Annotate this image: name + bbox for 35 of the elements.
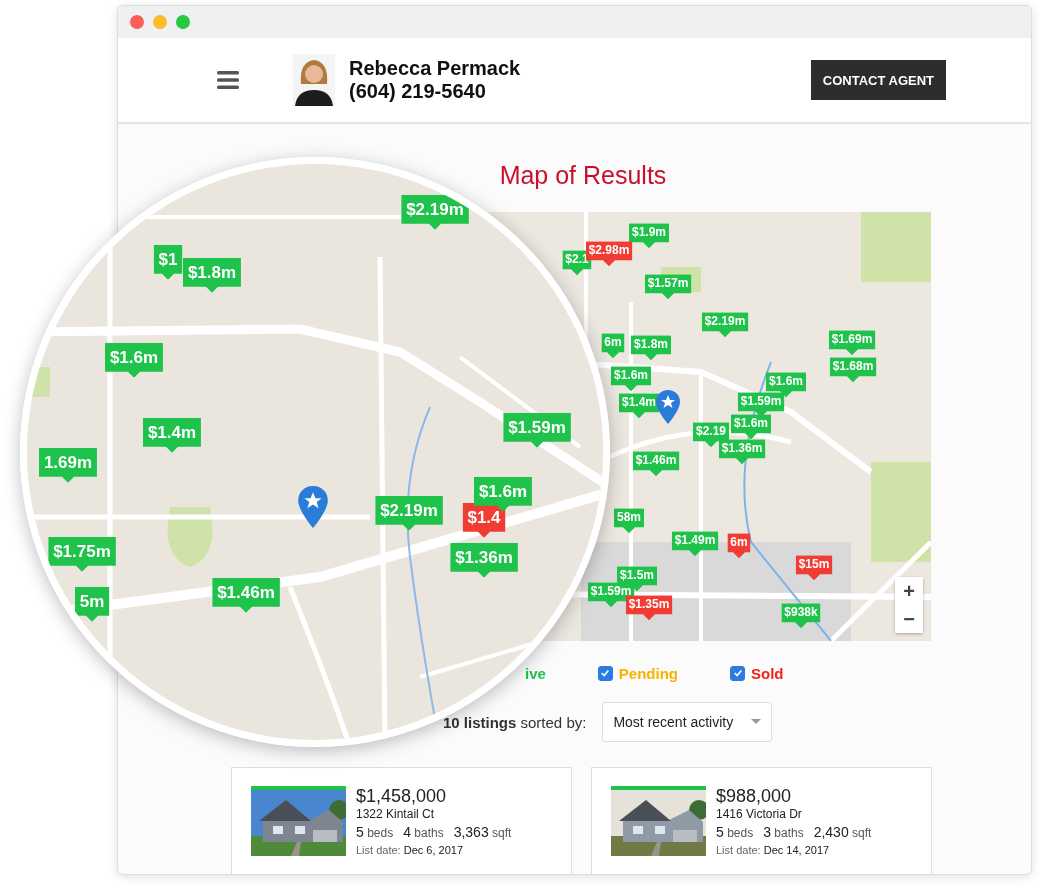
location-pin-icon bbox=[298, 486, 328, 528]
listing-price: $1,458,000 bbox=[356, 786, 448, 806]
filter-checkbox[interactable] bbox=[730, 665, 746, 681]
zoom-in-button[interactable]: + bbox=[895, 577, 923, 605]
close-window-button[interactable] bbox=[130, 15, 144, 29]
filter-label: Sold bbox=[751, 664, 784, 682]
baths-count: 4 baths bbox=[403, 823, 444, 842]
listing-card[interactable]: $1,458,000 1322 Kintail Ct 5 beds 4 baths 3,363 sqft List date: Dec 6, 2017 bbox=[231, 767, 572, 874]
baths-count: 3 baths bbox=[763, 823, 804, 842]
area-size: 3,363 sqft bbox=[453, 823, 512, 842]
agent-avatar bbox=[293, 54, 335, 106]
list-date: List date: Dec 14, 2017 bbox=[716, 843, 831, 858]
listing-address: 1416 Victoria Dr bbox=[716, 806, 803, 823]
zoom-out-button[interactable]: − bbox=[895, 605, 923, 633]
area-size: 2,430 sqft bbox=[813, 823, 872, 842]
agent-phone: (604) 219-5640 bbox=[349, 80, 487, 103]
listing-address: 1322 Kintail Ct bbox=[356, 806, 436, 823]
listing-card[interactable]: $988,000 1416 Victoria Dr 5 beds 3 baths 2,430 sqft List date: Dec 14, 2017 bbox=[591, 767, 932, 874]
list-date: List date: Dec 6, 2017 bbox=[356, 843, 465, 858]
contact-agent-button[interactable]: CONTACT AGENT bbox=[810, 60, 946, 100]
page-title: Map of Results bbox=[499, 161, 667, 189]
beds-count: 5 beds bbox=[716, 823, 754, 842]
checkmark-icon bbox=[600, 668, 611, 678]
sort-dropdown[interactable]: Most recent activity bbox=[602, 702, 773, 742]
filter-checkbox[interactable] bbox=[597, 665, 613, 681]
location-pin-icon bbox=[656, 390, 680, 424]
caret-icon bbox=[751, 719, 762, 725]
beds-count: 5 beds bbox=[356, 823, 394, 842]
filter-label: ive bbox=[525, 664, 546, 682]
listings-summary: 10 listings sorted by: bbox=[443, 713, 587, 731]
agent-name: Rebecca Permack bbox=[349, 57, 521, 80]
listing-price: $988,000 bbox=[716, 786, 793, 806]
checkmark-icon bbox=[732, 668, 743, 678]
filter-label: Pending bbox=[618, 664, 679, 682]
menu-icon[interactable] bbox=[217, 71, 239, 89]
